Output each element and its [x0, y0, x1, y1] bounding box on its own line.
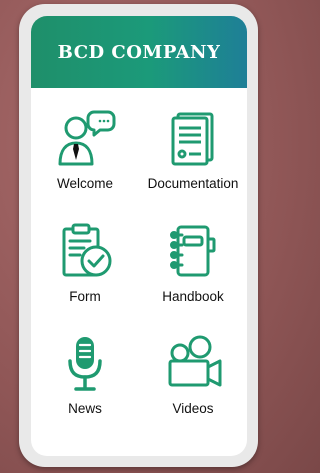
menu-item-news[interactable]: News — [31, 333, 139, 416]
menu-item-welcome[interactable]: Welcome — [31, 108, 139, 191]
menu-label-documentation: Documentation — [147, 176, 239, 191]
menu-item-documentation[interactable]: Documentation — [139, 108, 247, 191]
notebook-icon — [170, 225, 216, 277]
app-title: BCD COMPANY — [57, 41, 221, 63]
menu-label-news: News — [68, 401, 102, 416]
menu-label-handbook: Handbook — [162, 289, 224, 304]
menu-label-welcome: Welcome — [56, 176, 114, 191]
document-icon — [171, 112, 214, 166]
clipboard-check-icon — [62, 223, 112, 277]
video-camera-icon — [168, 335, 222, 387]
welcome-speech-icon — [58, 110, 116, 166]
app-header: BCD COMPANY — [31, 16, 247, 88]
menu-label-videos: Videos — [172, 401, 214, 416]
microphone-icon — [68, 337, 102, 391]
menu-grid: Welcome Documentation Form Handbook News… — [31, 88, 247, 456]
menu-item-form[interactable]: Form — [31, 221, 139, 304]
app-screen: BCD COMPANY Welcome Documentation Form H… — [31, 16, 247, 456]
menu-label-form: Form — [69, 289, 101, 304]
menu-item-videos[interactable]: Videos — [139, 333, 247, 416]
menu-item-handbook[interactable]: Handbook — [139, 221, 247, 304]
